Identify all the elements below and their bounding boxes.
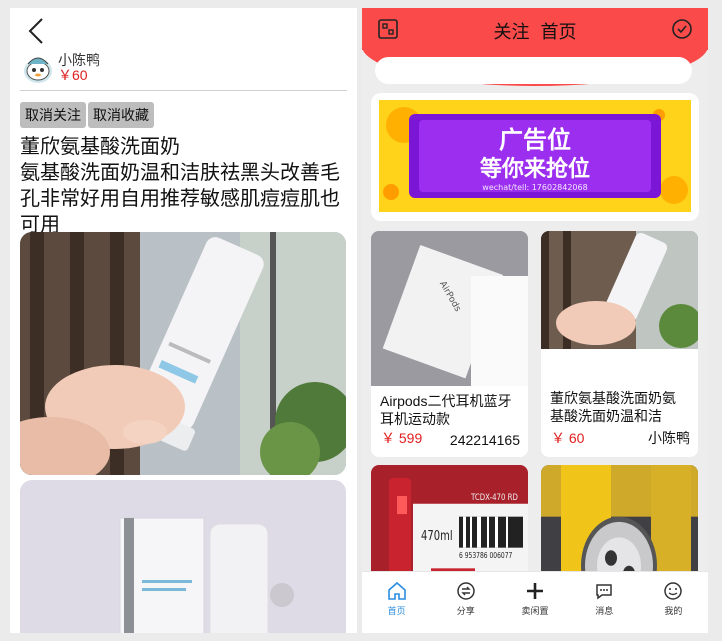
chat-bubble-icon: [596, 584, 612, 600]
back-arrow-icon[interactable]: [24, 16, 48, 46]
product-card[interactable]: AirPods Airpods二代耳机蓝牙耳机运动款 ￥ 599 2422141…: [371, 231, 528, 457]
share-icon: [457, 582, 475, 600]
avatar[interactable]: [22, 52, 54, 84]
top-tabs: 关注 首页: [362, 18, 708, 44]
tabbar-label: 我的: [664, 606, 683, 616]
product-image: [541, 465, 698, 585]
product-image: TCDX-470 RD 470ml 6 953786 006077: [371, 465, 528, 585]
thermos-model: TCDX-470 RD: [470, 491, 518, 502]
unfollow-button[interactable]: 取消关注: [20, 102, 86, 128]
product-title: Airpods二代耳机蓝牙耳机运动款: [380, 393, 512, 427]
tab-home[interactable]: 首页: [541, 18, 577, 44]
plus-icon: [527, 583, 543, 599]
product-photo[interactable]: [20, 232, 346, 475]
unfavorite-button[interactable]: 取消收藏: [88, 102, 154, 128]
product-image: [541, 231, 698, 349]
search-input[interactable]: [375, 57, 692, 84]
seller-name: 小陈鸭: [58, 52, 100, 68]
bottom-tab-bar: 首页 分享 卖闲置 消息 我的: [362, 571, 708, 633]
tabbar-item-profile[interactable]: 我的: [639, 572, 708, 633]
banner-card: 广告位 等你来抢位 wechat/tell: 17602842068: [371, 93, 699, 221]
divider: [20, 90, 347, 91]
thermos-size: 470ml: [421, 528, 453, 544]
tabbar-label: 分享: [456, 606, 475, 616]
product-price: ￥ 599: [381, 430, 423, 446]
smiley-icon: [664, 582, 683, 600]
detail-screen: 小陈鸭 ￥60 取消关注 取消收藏 董欣氨基酸洗面奶 氨基酸洗面奶温和洁肤祛黑头…: [10, 8, 357, 633]
home-icon: [387, 581, 406, 600]
banner-contact: wechat/tell: 17602842068: [482, 183, 587, 192]
product-card[interactable]: TCDX-470 RD 470ml 6 953786 006077: [371, 465, 528, 585]
product-title: 董欣氨基酸洗面奶 氨基酸洗面奶温和洁肤祛黑头改善毛孔非常好用自用推荐敏感肌痘痘肌…: [20, 136, 340, 236]
product-seller: 242214165: [449, 432, 520, 448]
tabbar-label: 消息: [595, 606, 614, 616]
product-card[interactable]: 董欣氨基酸洗面奶氨基酸洗面奶温和洁 ￥ 60 小陈鸭: [541, 231, 698, 457]
banner-headline: 广告位: [499, 126, 571, 154]
product-price: ￥60: [58, 67, 88, 83]
product-photo[interactable]: [20, 480, 346, 633]
tabbar-item-messages[interactable]: 消息: [570, 572, 639, 633]
product-image: AirPods: [371, 231, 528, 386]
thermos-barcode: 6 953786 006077: [459, 551, 512, 560]
tab-follow[interactable]: 关注: [493, 18, 529, 44]
tabbar-item-share[interactable]: 分享: [431, 572, 500, 633]
tabbar-label: 首页: [387, 606, 406, 616]
product-seller: 小陈鸭: [648, 430, 690, 446]
product-card[interactable]: [541, 465, 698, 585]
tabbar-label: 卖闲置: [521, 606, 549, 616]
ad-banner[interactable]: 广告位 等你来抢位 wechat/tell: 17602842068: [379, 100, 691, 212]
tabbar-item-home[interactable]: 首页: [362, 572, 431, 633]
home-screen: 关注 首页 广告位 等你来抢位 wechat/tell: 17602842068: [362, 8, 708, 633]
product-title: 董欣氨基酸洗面奶氨基酸洗面奶温和洁: [550, 390, 676, 424]
tabbar-item-sell[interactable]: 卖闲置: [500, 572, 569, 633]
checkin-icon[interactable]: [670, 17, 694, 41]
seller-row: 小陈鸭 ￥60: [22, 52, 100, 84]
product-price: ￥ 60: [551, 430, 585, 446]
banner-subheadline: 等你来抢位: [480, 156, 590, 182]
